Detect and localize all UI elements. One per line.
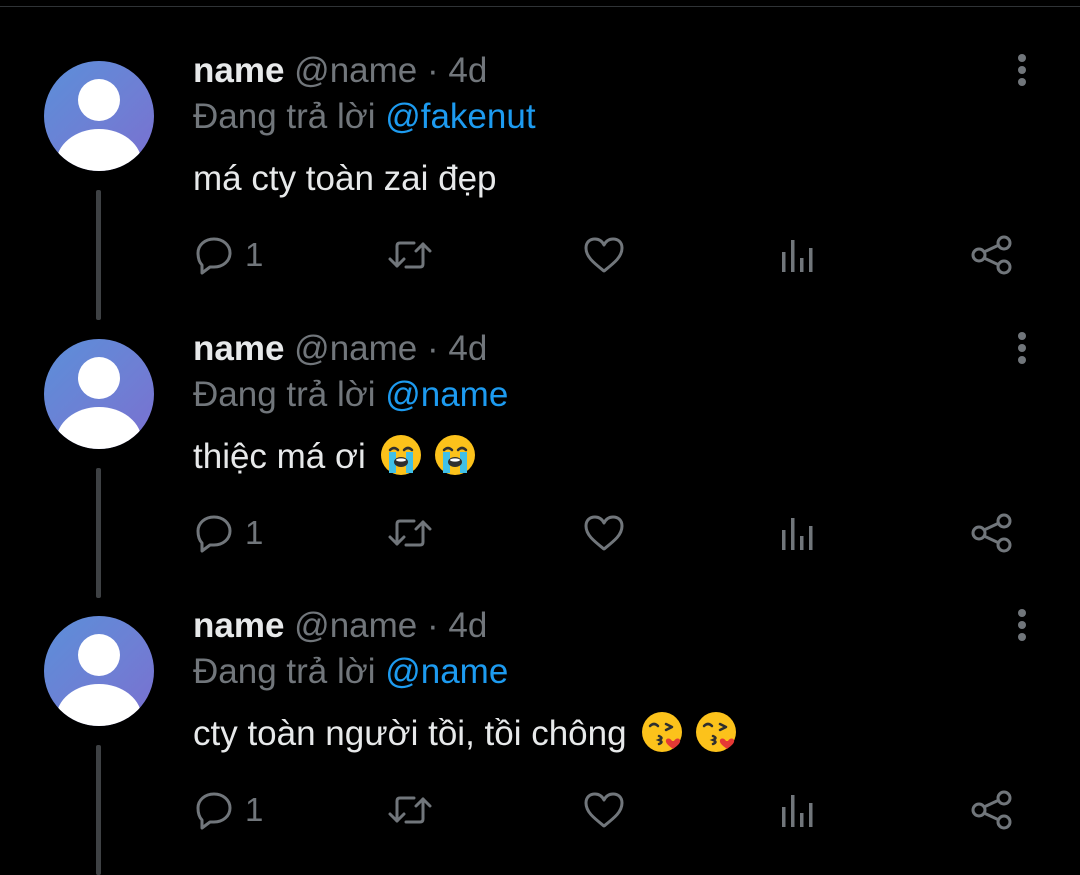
replying-to-mention[interactable]: @name [385, 375, 508, 414]
views-button[interactable] [778, 510, 818, 556]
tweet[interactable]: name @name · 4d Đang trả lời @name thiệc… [0, 278, 1080, 598]
heart-icon [584, 515, 624, 551]
replying-to-label: Đang trả lời [193, 375, 376, 414]
share-icon [971, 513, 1012, 553]
display-name[interactable]: name [193, 51, 284, 90]
views-button[interactable] [778, 232, 818, 278]
tweet-actions: 1 [0, 232, 1080, 282]
reply-count: 1 [245, 514, 264, 551]
tweet-header: name @name · 4d [193, 50, 487, 92]
more-options-button[interactable] [1008, 605, 1036, 645]
retweet-icon [388, 519, 432, 547]
more-options-button[interactable] [1008, 328, 1036, 368]
tweet[interactable]: name @name · 4d Đang trả lời @name cty t… [0, 555, 1080, 875]
tweet-text-content: thiệc má ơi [193, 437, 366, 476]
share-button[interactable] [970, 232, 1014, 278]
tweet-text: cty toàn người tồi, tồi chông [193, 711, 738, 758]
reply-count: 1 [245, 791, 264, 828]
more-vertical-icon [1018, 332, 1026, 364]
user-handle[interactable]: @name [294, 51, 417, 90]
timestamp[interactable]: 4d [448, 329, 487, 368]
timestamp[interactable]: 4d [448, 606, 487, 645]
heart-icon [584, 792, 624, 828]
tweet[interactable]: name @name · 4d Đang trả lời @fakenut má… [0, 0, 1080, 320]
tweet-text: thiệc má ơi [193, 434, 477, 481]
kissing-heart-face-emoji-icon [696, 711, 737, 752]
reply-icon [196, 515, 232, 553]
more-options-button[interactable] [1008, 50, 1036, 90]
tweet-actions: 1 [0, 510, 1080, 560]
display-name[interactable]: name [193, 329, 284, 368]
replying-to: Đang trả lời @name [193, 651, 508, 693]
default-avatar-icon [78, 634, 120, 676]
reply-icon [196, 237, 232, 275]
retweet-button[interactable] [386, 510, 434, 556]
views-icon [782, 240, 813, 272]
retweet-button[interactable] [386, 787, 434, 833]
crying-face-emoji-icon [435, 434, 476, 475]
like-button[interactable] [582, 510, 626, 556]
like-button[interactable] [582, 787, 626, 833]
separator-dot: · [427, 51, 439, 90]
replying-to-label: Đang trả lời [193, 652, 376, 691]
default-avatar-icon [78, 357, 120, 399]
retweet-icon [388, 241, 432, 269]
replying-to-mention[interactable]: @name [385, 652, 508, 691]
crying-face-emoji-icon [381, 434, 422, 475]
tweet-text: má cty toàn zai đẹp [193, 157, 497, 201]
avatar-body [56, 407, 142, 449]
display-name[interactable]: name [193, 606, 284, 645]
share-button[interactable] [970, 510, 1014, 556]
views-button[interactable] [778, 787, 818, 833]
reply-button[interactable]: 1 [193, 510, 263, 556]
replying-to-label: Đang trả lời [193, 97, 376, 136]
more-vertical-icon [1018, 54, 1026, 86]
reply-count: 1 [245, 236, 264, 273]
user-handle[interactable]: @name [294, 606, 417, 645]
share-icon [971, 790, 1012, 830]
timestamp[interactable]: 4d [448, 51, 487, 90]
more-vertical-icon [1018, 609, 1026, 641]
reply-icon [196, 792, 232, 830]
like-button[interactable] [582, 232, 626, 278]
separator-dot: · [427, 606, 439, 645]
avatar[interactable] [44, 339, 154, 449]
tweet-header: name @name · 4d [193, 328, 487, 370]
avatar[interactable] [44, 61, 154, 171]
share-icon [971, 235, 1012, 275]
replying-to: Đang trả lời @fakenut [193, 96, 536, 138]
share-button[interactable] [970, 787, 1014, 833]
views-icon [782, 795, 813, 827]
tweet-text-content: cty toàn người tồi, tồi chông [193, 714, 627, 753]
retweet-button[interactable] [386, 232, 434, 278]
avatar[interactable] [44, 616, 154, 726]
avatar-body [56, 684, 142, 726]
tweet-header: name @name · 4d [193, 605, 487, 647]
heart-icon [584, 237, 624, 273]
reply-button[interactable]: 1 [193, 232, 263, 278]
tweet-actions: 1 [0, 787, 1080, 837]
replying-to-mention[interactable]: @fakenut [385, 97, 535, 136]
replying-to: Đang trả lời @name [193, 374, 508, 416]
reply-button[interactable]: 1 [193, 787, 263, 833]
default-avatar-icon [78, 79, 120, 121]
user-handle[interactable]: @name [294, 329, 417, 368]
views-icon [782, 518, 813, 550]
retweet-icon [388, 796, 432, 824]
avatar-body [56, 129, 142, 171]
kissing-heart-face-emoji-icon [642, 711, 683, 752]
separator-dot: · [427, 329, 439, 368]
tweet-text-content: má cty toàn zai đẹp [193, 159, 497, 198]
